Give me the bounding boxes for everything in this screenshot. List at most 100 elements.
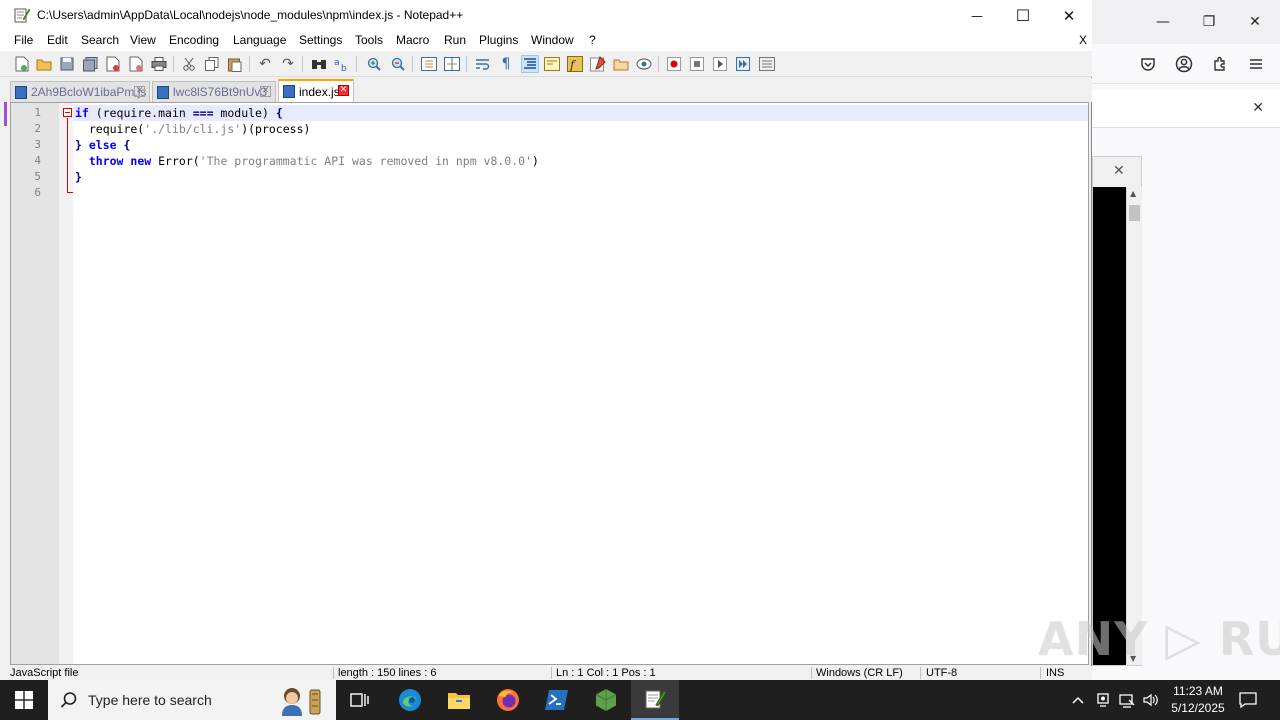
status-encoding: UTF-8 <box>926 667 958 679</box>
tab-close-icon[interactable]: ✕ <box>260 86 271 97</box>
menu-encoding[interactable]: Encoding <box>169 33 219 47</box>
menu-file[interactable]: File <box>14 33 33 47</box>
indent-guide-icon[interactable] <box>521 55 539 73</box>
menu-search[interactable]: Search <box>81 33 119 47</box>
menu-macro[interactable]: Macro <box>396 33 429 47</box>
start-button[interactable] <box>0 680 48 720</box>
open-file-icon[interactable] <box>35 55 53 73</box>
scrollbar-thumb[interactable] <box>1129 205 1140 221</box>
copy-icon[interactable] <box>203 55 221 73</box>
minimize-button[interactable]: — <box>954 0 1000 31</box>
close-document-button[interactable]: X <box>1079 33 1087 47</box>
clock-time: 11:23 AM <box>1173 684 1223 698</box>
browser-toolbar <box>1092 44 1280 84</box>
close-all-icon[interactable] <box>127 55 145 73</box>
menu-icon[interactable] <box>1246 54 1266 74</box>
code-text-area[interactable]: if (require.main === module) { require('… <box>73 103 1088 664</box>
function-list-icon[interactable]: f <box>566 55 584 73</box>
cut-icon[interactable] <box>180 55 198 73</box>
menu-settings[interactable]: Settings <box>299 33 342 47</box>
code-token: === <box>192 106 214 120</box>
line-number: 3 <box>34 138 41 151</box>
tab-lwc8ls76bt9nuv3[interactable]: lwc8lS76Bt9nUv3 ✕ <box>152 81 276 102</box>
code-line: throw new Error('The programmatic API wa… <box>75 153 539 169</box>
tab-index-js[interactable]: index.js ✕ <box>278 79 354 102</box>
volume-icon[interactable] <box>1140 680 1162 720</box>
edge-icon[interactable] <box>386 680 434 720</box>
play-macro-icon[interactable] <box>711 55 729 73</box>
extensions-icon[interactable] <box>1210 54 1230 74</box>
line-number: 5 <box>34 170 41 183</box>
notification-close-icon[interactable]: ✕ <box>1252 100 1264 116</box>
save-all-icon[interactable] <box>81 55 99 73</box>
code-token: { <box>275 106 283 120</box>
code-line: if (require.main === module) { <box>75 105 283 121</box>
menu-window[interactable]: Window <box>531 33 574 47</box>
network-status-icon[interactable] <box>1092 680 1114 720</box>
status-length: length : 150 lines : 6 <box>338 667 437 679</box>
tab-close-icon[interactable]: ✕ <box>338 85 349 96</box>
scroll-up-icon[interactable]: ▲ <box>1130 189 1136 198</box>
project-panel-icon[interactable] <box>612 55 630 73</box>
console-scrollbar[interactable]: ▲ ▼ <box>1126 187 1142 665</box>
tab-2ah9bclow1ibapm[interactable]: 2Ah9BcloW1ibaPm.js ✕ <box>10 81 150 102</box>
browser-restore-button[interactable]: ❐ <box>1186 8 1232 36</box>
stop-macro-icon[interactable] <box>688 55 706 73</box>
save-macro-icon[interactable] <box>758 55 776 73</box>
menu-run[interactable]: Run <box>444 33 466 47</box>
saved-file-icon <box>157 85 169 99</box>
menu-help[interactable]: ? <box>589 33 596 47</box>
code-editor[interactable]: 1 2 3 4 5 6 if (require.main === module) { re… <box>10 102 1089 665</box>
show-all-chars-icon[interactable]: ¶ <box>497 55 515 73</box>
pocket-icon[interactable] <box>1138 54 1158 74</box>
menu-edit[interactable]: Edit <box>47 33 68 47</box>
find-icon[interactable] <box>310 55 328 73</box>
browser-minimize-button[interactable]: — <box>1140 8 1186 36</box>
paste-icon[interactable] <box>226 55 244 73</box>
undo-icon[interactable]: ↶ <box>256 55 274 73</box>
zoom-in-icon[interactable] <box>365 55 383 73</box>
task-view-icon[interactable] <box>336 680 384 720</box>
run-macro-multiple-icon[interactable] <box>734 55 752 73</box>
menu-language[interactable]: Language <box>233 33 286 47</box>
notepadpp-taskbar-icon[interactable] <box>631 680 679 720</box>
powershell-icon[interactable] <box>533 680 581 720</box>
folder-workspace-icon[interactable] <box>589 55 607 73</box>
fold-margin[interactable] <box>59 103 73 664</box>
redo-icon[interactable]: ↷ <box>279 55 297 73</box>
fold-toggle-icon[interactable] <box>63 108 72 117</box>
save-icon[interactable] <box>58 55 76 73</box>
taskbar-search[interactable]: Type here to search <box>48 680 336 720</box>
maximize-button[interactable]: ☐ <box>1000 0 1046 31</box>
menu-tools[interactable]: Tools <box>355 33 383 47</box>
console-close-icon[interactable]: ✕ <box>1113 163 1125 179</box>
file-explorer-icon[interactable] <box>435 680 483 720</box>
new-file-icon[interactable] <box>13 55 31 73</box>
saved-file-icon <box>283 85 295 98</box>
zoom-out-icon[interactable] <box>389 55 407 73</box>
show-hidden-icons[interactable] <box>1068 680 1088 720</box>
notification-center-icon[interactable] <box>1234 680 1262 720</box>
close-file-icon[interactable] <box>104 55 122 73</box>
record-macro-icon[interactable] <box>665 55 683 73</box>
firefox-icon[interactable] <box>484 680 532 720</box>
menu-plugins[interactable]: Plugins <box>479 33 518 47</box>
system-clock[interactable]: 11:23 AM 5/12/2025 <box>1160 683 1236 717</box>
close-button[interactable]: ✕ <box>1046 0 1092 31</box>
doc-map-icon[interactable] <box>543 55 561 73</box>
word-wrap-icon[interactable] <box>474 55 492 73</box>
replace-icon[interactable]: ab <box>333 55 351 73</box>
monitoring-icon[interactable] <box>635 55 653 73</box>
sync-vertical-icon[interactable] <box>420 55 438 73</box>
account-icon[interactable] <box>1174 54 1194 74</box>
ethernet-icon[interactable] <box>1116 680 1138 720</box>
line-number: 6 <box>34 186 41 199</box>
code-token: require( <box>75 122 145 136</box>
sync-horizontal-icon[interactable] <box>443 55 461 73</box>
tab-close-icon[interactable]: ✕ <box>134 86 145 97</box>
saved-file-icon <box>15 85 27 99</box>
menu-view[interactable]: View <box>130 33 156 47</box>
nodejs-icon[interactable] <box>582 680 630 720</box>
print-icon[interactable] <box>150 55 168 73</box>
browser-close-button[interactable]: ✕ <box>1232 8 1278 36</box>
